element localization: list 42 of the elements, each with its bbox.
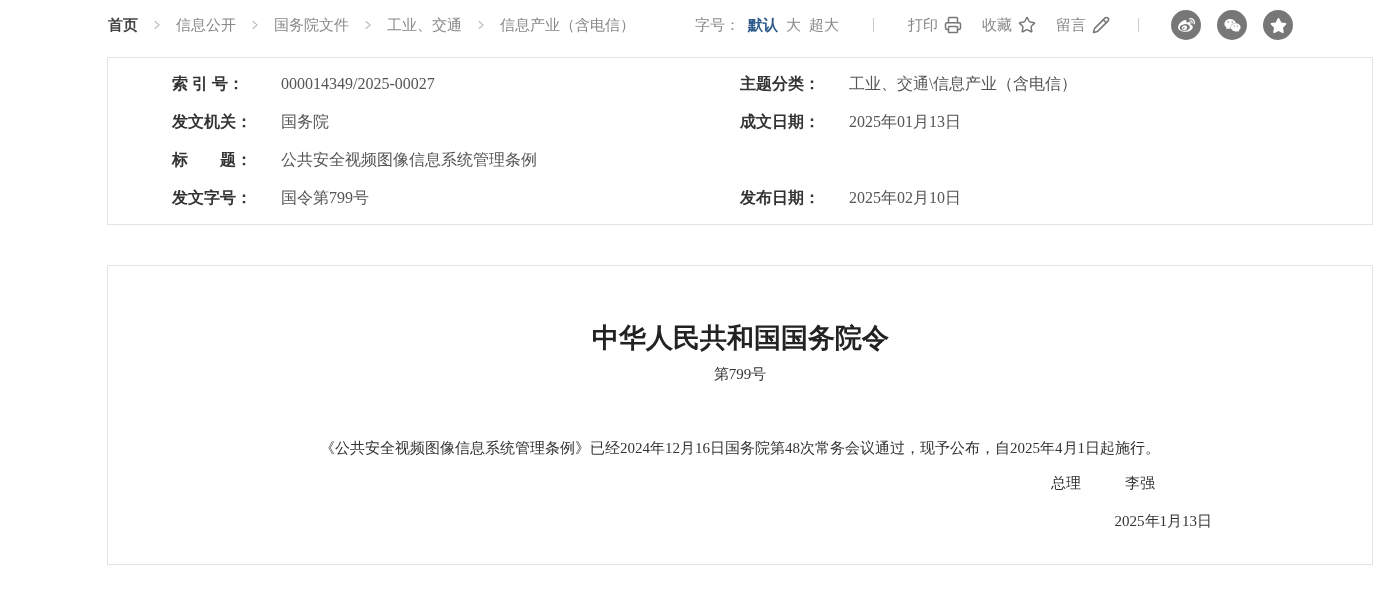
field-value: 2025年01月13日 bbox=[849, 112, 961, 132]
signatory-name: 李强 bbox=[1125, 473, 1155, 493]
field-label: 成文日期： bbox=[740, 112, 821, 132]
wechat-icon[interactable] bbox=[1217, 10, 1247, 40]
breadcrumb-link[interactable]: 信息公开 bbox=[176, 13, 236, 37]
field-value: 国务院 bbox=[281, 112, 329, 132]
font-size-option[interactable]: 默认 bbox=[748, 13, 778, 37]
action-link[interactable]: 打印 bbox=[908, 13, 962, 37]
breadcrumb-link[interactable]: 首页 bbox=[108, 13, 138, 37]
signatory-title: 总理 bbox=[1051, 473, 1081, 493]
font-size-label: 字号： bbox=[695, 15, 740, 35]
document-title: 中华人民共和国国务院令 bbox=[590, 322, 890, 355]
printer-icon bbox=[944, 16, 962, 34]
field-label: 发文机关： bbox=[172, 112, 253, 132]
chevron-icon bbox=[154, 20, 160, 30]
field-label: 标 题： bbox=[172, 150, 253, 170]
announcement-text: 《公共安全视频图像信息系统管理条例》已经2024年12月16日国务院第48次常务会议通过，现予公布，自2025年4月1日起施行。 bbox=[319, 439, 1161, 458]
chevron-icon bbox=[365, 20, 371, 30]
field-label: 索 引 号： bbox=[172, 74, 245, 94]
field-value: 2025年02月10日 bbox=[849, 188, 961, 208]
weibo-icon[interactable] bbox=[1171, 10, 1201, 40]
breadcrumb-link[interactable]: 国务院文件 bbox=[274, 13, 349, 37]
star-icon bbox=[1018, 16, 1036, 34]
field-value: 000014349/2025-00027 bbox=[281, 74, 435, 94]
chevron-icon bbox=[478, 20, 484, 30]
field-label: 发文字号： bbox=[172, 188, 253, 208]
signing-date: 2025年1月13日 bbox=[1114, 512, 1212, 531]
field-value: 公共安全视频图像信息系统管理条例 bbox=[281, 150, 537, 170]
breadcrumb-link[interactable]: 工业、交通 bbox=[387, 13, 462, 37]
pencil-icon bbox=[1092, 16, 1110, 34]
field-value: 工业、交通\信息产业（含电信） bbox=[849, 74, 1078, 94]
field-value: 国令第799号 bbox=[281, 188, 369, 208]
chevron-icon bbox=[252, 20, 258, 30]
star-share-icon[interactable] bbox=[1263, 10, 1293, 40]
font-size-option[interactable]: 大 bbox=[786, 13, 801, 37]
field-label: 主题分类： bbox=[740, 74, 821, 94]
breadcrumb-link[interactable]: 信息产业（含电信） bbox=[500, 13, 635, 37]
font-size-option[interactable]: 超大 bbox=[809, 13, 839, 37]
field-label: 发布日期： bbox=[740, 188, 821, 208]
action-link[interactable]: 留言 bbox=[1056, 13, 1110, 37]
order-number: 第799号 bbox=[712, 364, 768, 384]
action-link[interactable]: 收藏 bbox=[982, 13, 1036, 37]
